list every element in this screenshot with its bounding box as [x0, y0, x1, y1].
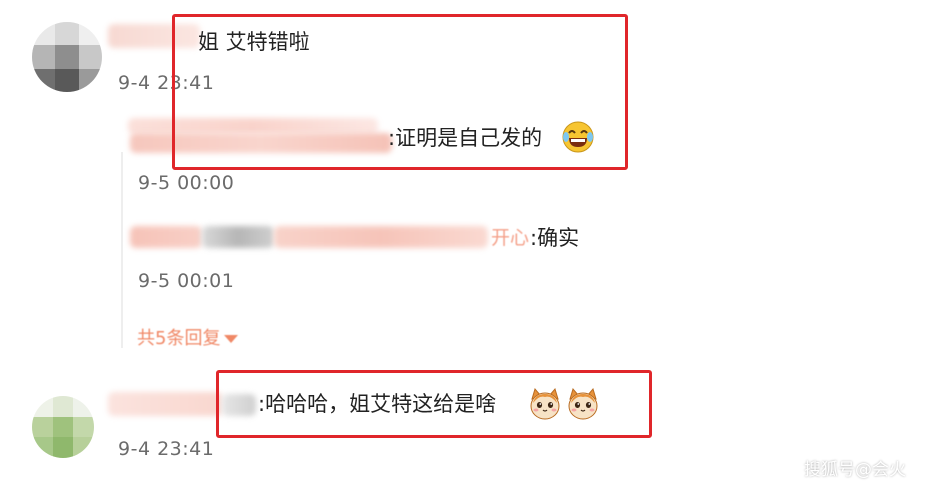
reply-timestamp: 9-5 00:00 [138, 172, 235, 194]
avatar[interactable] [32, 22, 102, 92]
watermark: 搜狐号@会火 [804, 460, 906, 480]
more-replies-link[interactable]: 共5条回复 [137, 328, 239, 349]
username-blurred[interactable] [130, 226, 202, 248]
highlight-box [172, 14, 628, 170]
chevron-down-icon [224, 335, 239, 343]
username-blurred[interactable] [202, 226, 274, 248]
reply-timestamp: 9-5 00:01 [138, 270, 235, 292]
reply-thread-line [121, 152, 123, 348]
avatar[interactable] [32, 396, 94, 458]
reply-text: :确实 [530, 226, 580, 250]
more-replies-label: 共5条回复 [137, 328, 221, 349]
username-blurred[interactable] [108, 392, 222, 416]
reply-username-suffix[interactable]: 开心 [491, 229, 529, 248]
comment-timestamp: 9-4 23:41 [118, 438, 215, 460]
highlight-box [216, 370, 652, 438]
username-blurred[interactable] [274, 226, 488, 248]
